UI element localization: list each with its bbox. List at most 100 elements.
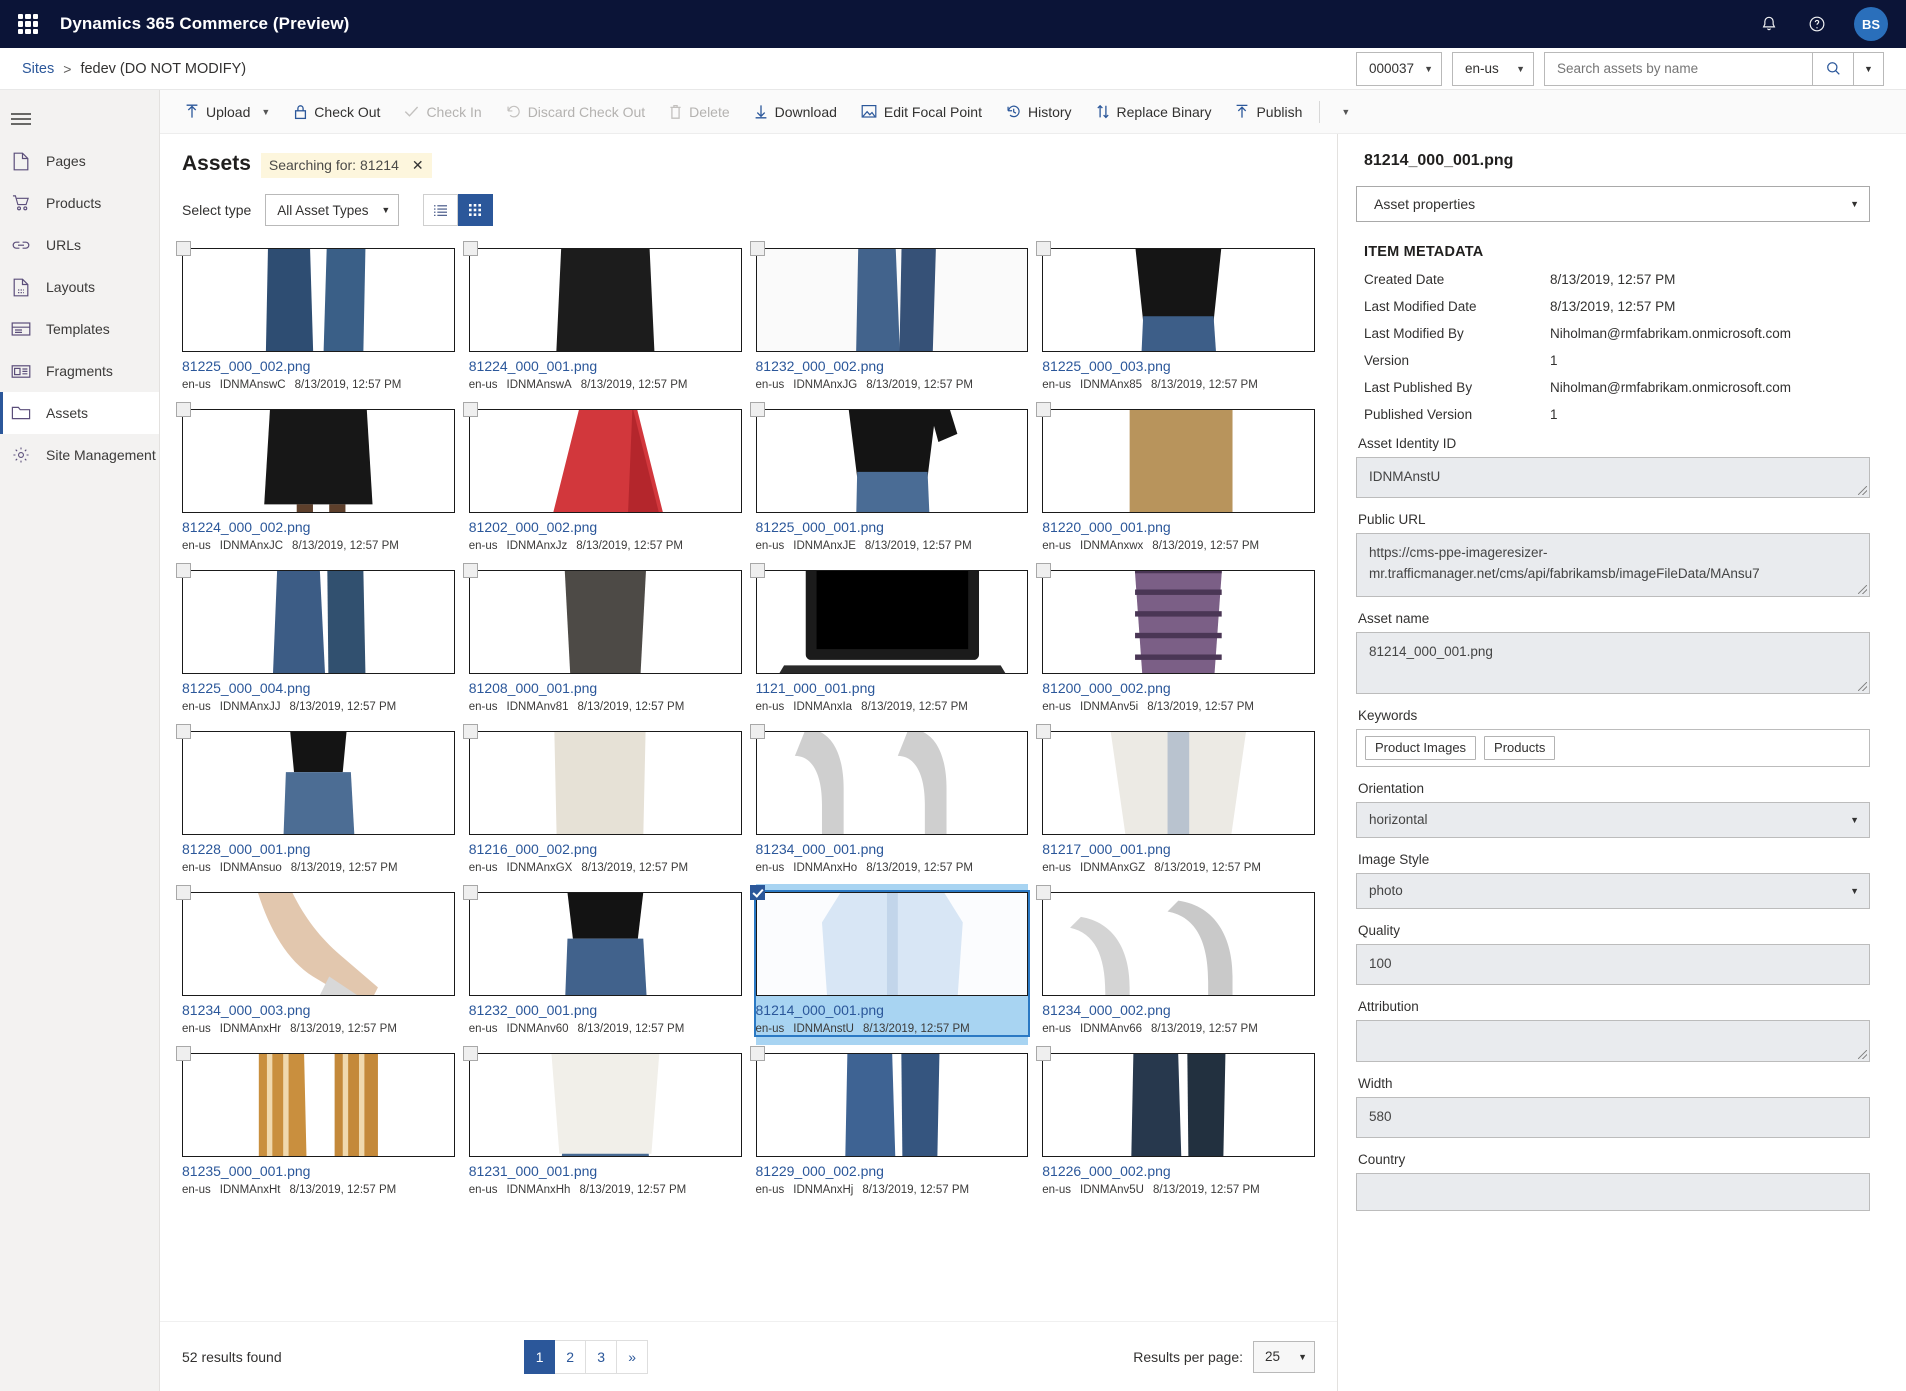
asset-thumbnail[interactable] — [1042, 248, 1315, 352]
asset-thumbnail[interactable] — [468, 570, 742, 674]
asset-thumbnail[interactable] — [182, 248, 455, 352]
asset-tile-inner[interactable]: 81200_000_002.png en-us IDNMAnv5i 8/13/2019… — [1036, 563, 1315, 713]
asset-tile-inner[interactable]: 81225_000_004.png en-us IDNMAnxJJ 8/13/2019… — [176, 563, 455, 713]
locale-select[interactable]: en-us ▼ — [1452, 51, 1534, 86]
sidebar-item-urls[interactable]: URLs — [0, 224, 159, 266]
asset-checkbox[interactable] — [462, 241, 478, 256]
asset-tile[interactable]: 81208_000_001.png en-us IDNMAnv81 8/13/2019… — [462, 562, 742, 723]
asset-checkbox[interactable] — [176, 402, 191, 417]
asset-name-link[interactable]: 81214_000_001.png — [756, 1002, 1029, 1018]
asset-tile[interactable]: 81225_000_003.png en-us IDNMAnx85 8/13/2019… — [1036, 240, 1315, 401]
asset-checkbox[interactable] — [749, 885, 765, 900]
edit-focal-point-button[interactable]: Edit Focal Point — [850, 90, 993, 134]
asset-checkbox[interactable] — [749, 1046, 765, 1061]
asset-checkbox[interactable] — [1036, 885, 1052, 900]
asset-name-link[interactable]: 81231_000_001.png — [469, 1163, 742, 1179]
asset-tile-inner[interactable]: 81234_000_001.png en-us IDNMAnxHo 8/13/2019… — [749, 724, 1029, 874]
asset-tile[interactable]: 81224_000_001.png en-us IDNMAnswA 8/13/2019… — [462, 240, 742, 401]
asset-thumbnail[interactable] — [182, 731, 455, 835]
asset-checkbox[interactable] — [462, 885, 478, 900]
sidebar-item-templates[interactable]: Templates — [0, 308, 159, 350]
sidebar-item-fragments[interactable]: Fragments — [0, 350, 159, 392]
asset-thumbnail[interactable] — [468, 248, 742, 352]
close-icon[interactable]: ✕ — [412, 158, 424, 172]
asset-checkbox[interactable] — [1036, 724, 1052, 739]
asset-checkbox[interactable] — [176, 563, 191, 578]
sidebar-item-site-management[interactable]: Site Management — [0, 434, 159, 476]
public-url-value[interactable]: https://cms-ppe-imageresizer-mr.trafficm… — [1356, 532, 1870, 597]
asset-checkbox[interactable] — [176, 1046, 191, 1061]
asset-identity-value[interactable]: IDNMAnstU — [1356, 457, 1870, 498]
asset-thumbnail[interactable] — [755, 409, 1029, 513]
pagination-page[interactable]: » — [617, 1339, 649, 1374]
app-launcher-icon[interactable] — [18, 14, 38, 34]
asset-tile-inner[interactable]: 81202_000_002.png en-us IDNMAnxJz 8/13/2019… — [462, 402, 742, 552]
sidebar-item-pages[interactable]: Pages — [0, 140, 159, 182]
hamburger-menu-icon[interactable] — [0, 98, 159, 140]
asset-thumbnail[interactable] — [1042, 892, 1315, 996]
question-mark-icon[interactable] — [1806, 13, 1828, 35]
width-value[interactable]: 580 — [1356, 1096, 1870, 1138]
keywords-box[interactable]: Product Images Products — [1356, 728, 1870, 767]
asset-tile[interactable]: 81228_000_001.png en-us IDNMAnsuo 8/13/2019… — [176, 723, 455, 884]
asset-tile[interactable]: 81200_000_002.png en-us IDNMAnv5i 8/13/2019… — [1036, 562, 1315, 723]
list-view-icon[interactable] — [423, 194, 459, 226]
asset-checkbox[interactable] — [1036, 563, 1052, 578]
keyword-tag[interactable]: Products — [1484, 735, 1556, 760]
keyword-tag[interactable]: Product Images — [1365, 735, 1477, 760]
asset-tile-inner[interactable]: 1121_000_001.png en-us IDNMAnxIa 8/13/2019,… — [749, 563, 1029, 713]
asset-checkbox[interactable] — [176, 241, 191, 256]
asset-thumbnail[interactable] — [182, 1053, 455, 1157]
pagination-page[interactable]: 3 — [586, 1339, 618, 1374]
asset-name-link[interactable]: 81225_000_003.png — [1042, 358, 1315, 374]
asset-tile-inner[interactable]: 81235_000_001.png en-us IDNMAnxHt 8/13/2019… — [176, 1046, 455, 1196]
command-overflow-button[interactable]: ▼ — [1326, 90, 1361, 134]
search-input[interactable] — [1544, 51, 1812, 86]
asset-thumbnail[interactable] — [755, 1053, 1029, 1157]
asset-name-link[interactable]: 81224_000_002.png — [182, 519, 455, 535]
asset-checkbox[interactable] — [1036, 1046, 1052, 1061]
quality-value[interactable]: 100 — [1356, 943, 1870, 985]
asset-name-link[interactable]: 81235_000_001.png — [182, 1163, 455, 1179]
asset-thumbnail[interactable] — [182, 892, 455, 996]
attribution-value[interactable] — [1356, 1019, 1870, 1062]
grid-view-icon[interactable] — [458, 194, 494, 226]
asset-checkbox[interactable] — [462, 724, 478, 739]
asset-tile-inner[interactable]: 81225_000_002.png en-us IDNMAnswC 8/13/2019… — [176, 241, 455, 391]
asset-name-link[interactable]: 81225_000_004.png — [182, 680, 455, 696]
results-per-page-select[interactable]: 25 ▼ — [1253, 1340, 1315, 1373]
asset-properties-select[interactable]: Asset properties ▼ — [1356, 186, 1870, 222]
asset-thumbnail[interactable] — [468, 731, 742, 835]
asset-tile[interactable]: 81231_000_001.png en-us IDNMAnxHh 8/13/2019… — [462, 1045, 742, 1206]
asset-tile-inner[interactable]: 81208_000_001.png en-us IDNMAnv81 8/13/2019… — [462, 563, 742, 713]
asset-tile[interactable]: 81225_000_002.png en-us IDNMAnswC 8/13/2019… — [176, 240, 455, 401]
asset-checkbox[interactable] — [749, 241, 765, 256]
asset-tile-inner[interactable]: 81229_000_002.png en-us IDNMAnxHj 8/13/2019… — [749, 1046, 1029, 1196]
asset-tile[interactable]: 81214_000_001.png en-us IDNMAnstU 8/13/2019… — [749, 884, 1031, 1045]
asset-name-link[interactable]: 81232_000_002.png — [756, 358, 1029, 374]
asset-tile[interactable]: 81234_000_002.png en-us IDNMAnv66 8/13/2019… — [1036, 884, 1315, 1045]
asset-thumbnail[interactable] — [755, 248, 1029, 352]
asset-tile-inner[interactable]: 81225_000_003.png en-us IDNMAnx85 8/13/2019… — [1036, 241, 1315, 391]
asset-thumbnail[interactable] — [182, 409, 455, 513]
assets-grid-scroll[interactable]: 81225_000_002.png en-us IDNMAnswC 8/13/2019… — [160, 234, 1337, 1321]
upload-button[interactable]: Upload ▼ — [174, 90, 281, 134]
asset-checkbox[interactable] — [1036, 402, 1052, 417]
asset-thumbnail[interactable] — [1042, 1053, 1315, 1157]
asset-name-link[interactable]: 81220_000_001.png — [1042, 519, 1315, 535]
asset-name-link[interactable]: 81234_000_001.png — [756, 841, 1029, 857]
breadcrumb-root[interactable]: Sites — [22, 61, 54, 77]
asset-thumbnail[interactable] — [1042, 409, 1315, 513]
asset-tile[interactable]: 81202_000_002.png en-us IDNMAnxJz 8/13/2019… — [462, 401, 742, 562]
asset-thumbnail[interactable] — [468, 892, 742, 996]
asset-thumbnail[interactable] — [755, 892, 1029, 996]
orientation-select[interactable]: horizontal ▼ — [1356, 801, 1870, 838]
pagination-page[interactable]: 2 — [555, 1339, 587, 1374]
asset-tile-inner[interactable]: 81234_000_002.png en-us IDNMAnv66 8/13/2019… — [1036, 885, 1315, 1035]
pagination-page[interactable]: 1 — [524, 1339, 556, 1374]
asset-tile-inner[interactable]: 81217_000_001.png en-us IDNMAnxGZ 8/13/2019… — [1036, 724, 1315, 874]
asset-tile-inner[interactable]: 81216_000_002.png en-us IDNMAnxGX 8/13/2019… — [462, 724, 742, 874]
asset-checkbox[interactable] — [749, 402, 765, 417]
sidebar-item-assets[interactable]: Assets — [0, 392, 159, 434]
asset-tile-inner[interactable]: 81232_000_002.png en-us IDNMAnxJG 8/13/2019… — [749, 241, 1029, 391]
